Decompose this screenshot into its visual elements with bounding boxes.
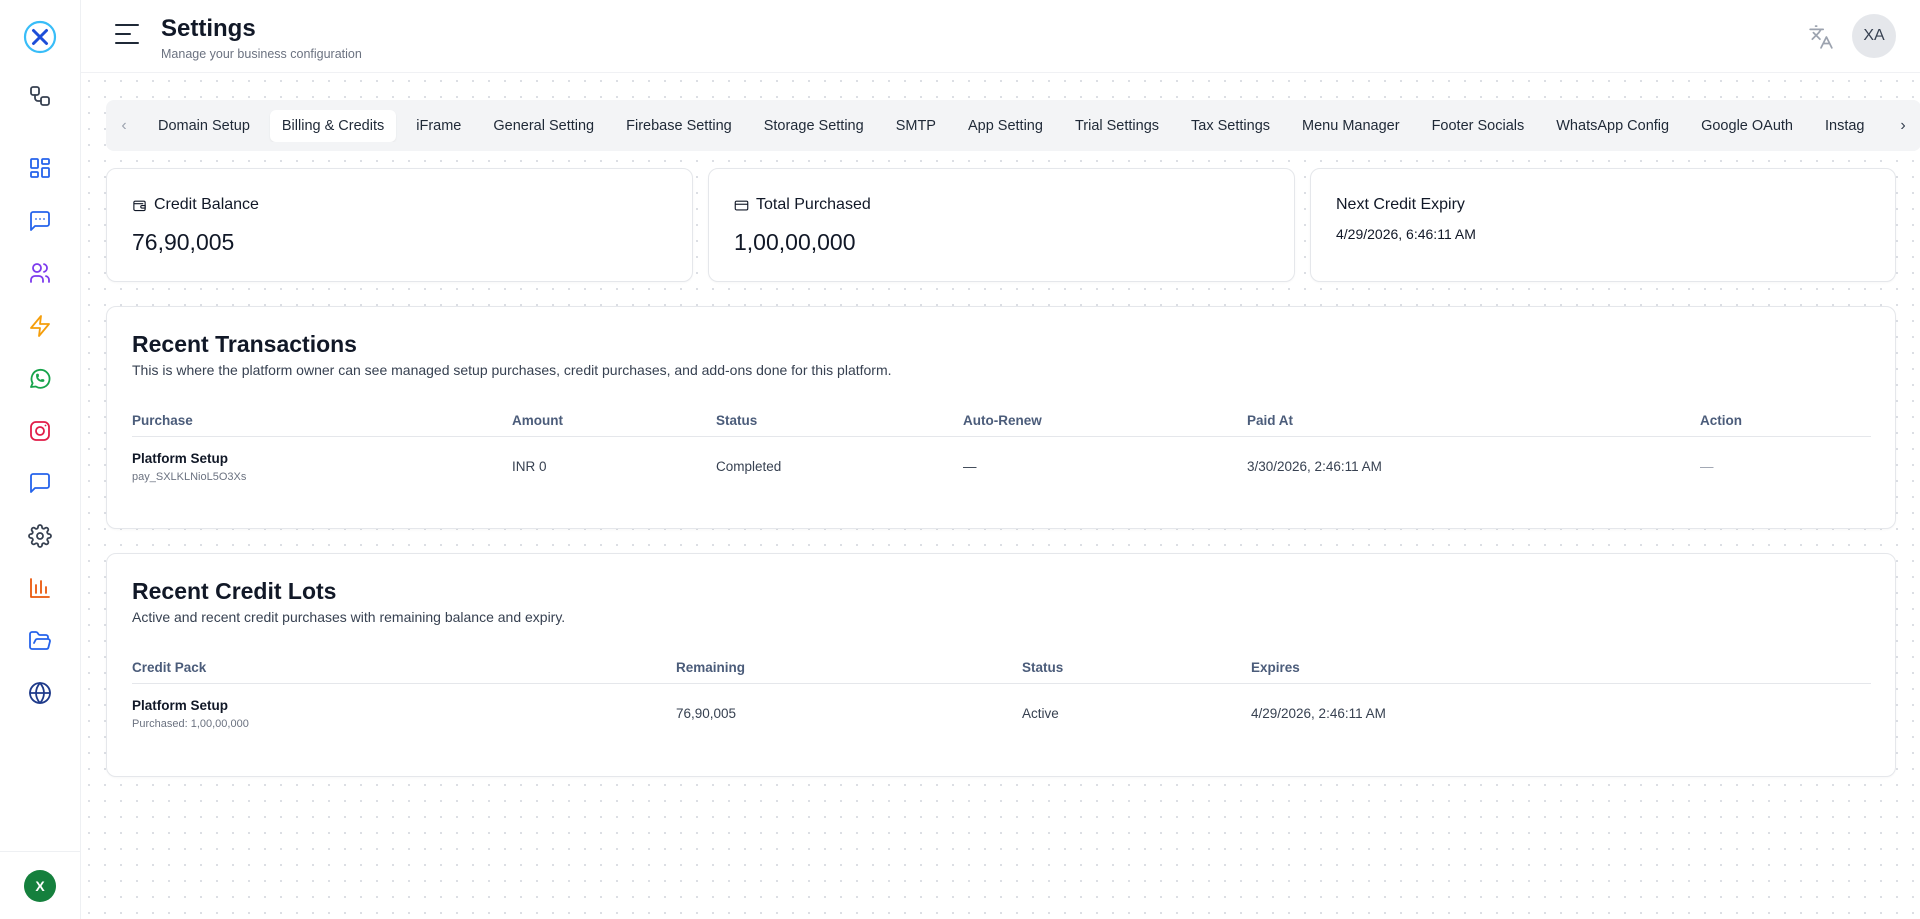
col-expires: Expires — [1251, 660, 1300, 675]
col-amount: Amount — [512, 413, 563, 428]
app-root: X Settings Manage your business configur… — [0, 0, 1920, 919]
tab-instagram[interactable]: Instag — [1813, 110, 1877, 142]
credit-card-icon — [734, 200, 749, 210]
next-expiry-value: 4/29/2026, 6:46:11 AM — [1336, 226, 1476, 242]
tab-trial-settings[interactable]: Trial Settings — [1063, 110, 1171, 142]
transactions-table-header: Purchase Amount Status Auto-Renew Paid A… — [132, 409, 1871, 437]
col-status: Status — [716, 413, 758, 428]
translate-icon[interactable] — [1808, 24, 1834, 50]
tab-app-setting[interactable]: App Setting — [956, 110, 1055, 142]
tab-domain-setup[interactable]: Domain Setup — [146, 110, 262, 142]
users-icon[interactable] — [20, 253, 60, 293]
credit-balance-label-text: Credit Balance — [154, 196, 259, 213]
top-header: Settings Manage your business configurat… — [81, 0, 1920, 73]
table-row: Platform Setup Purchased: 1,00,00,000 76… — [132, 684, 1871, 740]
credit-balance-card: Credit Balance 76,90,005 — [106, 168, 693, 282]
purchase-status: Completed — [716, 459, 782, 474]
tab-tax-settings[interactable]: Tax Settings — [1179, 110, 1282, 142]
whatsapp-icon[interactable] — [20, 358, 60, 398]
col-action: Action — [1700, 413, 1742, 428]
tab-billing-credits[interactable]: Billing & Credits — [269, 109, 397, 142]
workflow-icon[interactable] — [20, 76, 60, 116]
menu-toggle-icon[interactable] — [115, 24, 139, 46]
instagram-icon[interactable] — [20, 411, 60, 451]
sidebar-footer: X — [0, 851, 80, 919]
transactions-table: Purchase Amount Status Auto-Renew Paid A… — [132, 409, 1871, 493]
credit-lots-description: Active and recent credit purchases with … — [132, 609, 566, 625]
page-title: Settings — [161, 15, 256, 42]
tab-list: Domain Setup Billing & Credits iFrame Ge… — [142, 109, 1888, 142]
col-auto-renew: Auto-Renew — [963, 413, 1042, 428]
next-expiry-card: Next Credit Expiry 4/29/2026, 6:46:11 AM — [1310, 168, 1896, 282]
tab-firebase-setting[interactable]: Firebase Setting — [614, 110, 744, 142]
transactions-description: This is where the platform owner can see… — [132, 362, 892, 378]
purchase-action: — — [1700, 459, 1714, 474]
purchase-name: Platform Setup — [132, 451, 229, 466]
tab-storage-setting[interactable]: Storage Setting — [752, 110, 876, 142]
logo-icon[interactable] — [23, 20, 57, 54]
credit-status: Active — [1022, 706, 1059, 721]
credit-lots-table: Credit Pack Remaining Status Expires Pla… — [132, 656, 1871, 740]
total-purchased-label: Total Purchased — [734, 196, 871, 214]
wallet-icon — [133, 200, 146, 211]
col-credit-pack: Credit Pack — [132, 660, 207, 675]
credit-lots-title: Recent Credit Lots — [132, 578, 337, 604]
col-purchase: Purchase — [132, 413, 193, 428]
sidebar-nav — [20, 148, 60, 713]
transactions-title: Recent Transactions — [132, 331, 357, 357]
workspace-avatar[interactable]: X — [24, 869, 56, 902]
user-avatar[interactable]: XA — [1852, 14, 1896, 58]
credit-balance-value: 76,90,005 — [132, 229, 235, 255]
tab-whatsapp-config[interactable]: WhatsApp Config — [1544, 110, 1681, 142]
recent-transactions-card: Recent Transactions This is where the pl… — [106, 306, 1896, 529]
credit-remaining: 76,90,005 — [676, 706, 737, 721]
credit-balance-label: Credit Balance — [132, 196, 259, 214]
total-purchased-card: Total Purchased 1,00,00,000 — [708, 168, 1295, 282]
main-content: ‹ Domain Setup Billing & Credits iFrame … — [81, 73, 1920, 919]
zap-icon[interactable] — [20, 306, 60, 346]
chevron-right-icon[interactable]: › — [1885, 100, 1920, 151]
chevron-left-icon[interactable]: ‹ — [106, 100, 142, 151]
folder-icon[interactable] — [20, 621, 60, 661]
settings-tabs: ‹ Domain Setup Billing & Credits iFrame … — [106, 100, 1920, 151]
purchase-paid-at: 3/30/2026, 2:46:11 AM — [1247, 459, 1382, 474]
chat-icon[interactable] — [20, 463, 60, 503]
globe-icon[interactable] — [20, 673, 60, 713]
purchase-amount: INR 0 — [512, 459, 547, 474]
page-subtitle: Manage your business configuration — [161, 47, 362, 61]
gear-icon[interactable] — [20, 516, 60, 556]
bar-chart-icon[interactable] — [20, 568, 60, 608]
message-icon[interactable] — [20, 201, 60, 241]
tab-smtp[interactable]: SMTP — [884, 110, 948, 142]
total-purchased-label-text: Total Purchased — [756, 196, 871, 213]
sidebar: X — [0, 0, 81, 919]
col-remaining: Remaining — [676, 660, 746, 675]
purchase-auto-renew: — — [963, 459, 977, 474]
purchase-id: pay_SXLKLNioL5O3Xs — [132, 471, 247, 483]
tab-menu-manager[interactable]: Menu Manager — [1290, 110, 1412, 142]
tab-iframe[interactable]: iFrame — [404, 110, 473, 142]
credit-expires: 4/29/2026, 2:46:11 AM — [1251, 706, 1386, 721]
next-expiry-label: Next Credit Expiry — [1336, 196, 1465, 213]
col-paid-at: Paid At — [1247, 413, 1294, 428]
col-lot-status: Status — [1022, 660, 1064, 675]
table-row: Platform Setup pay_SXLKLNioL5O3Xs INR 0 … — [132, 437, 1871, 493]
tab-footer-socials[interactable]: Footer Socials — [1420, 110, 1537, 142]
dashboard-icon[interactable] — [20, 148, 60, 188]
credit-pack-name: Platform Setup — [132, 698, 229, 713]
tab-general-setting[interactable]: General Setting — [481, 110, 606, 142]
total-purchased-value: 1,00,00,000 — [734, 229, 856, 255]
tab-google-oauth[interactable]: Google OAuth — [1689, 110, 1805, 142]
recent-credit-lots-card: Recent Credit Lots Active and recent cre… — [106, 553, 1896, 777]
credit-pack-purchased: Purchased: 1,00,00,000 — [132, 718, 249, 730]
credit-lots-table-header: Credit Pack Remaining Status Expires — [132, 656, 1871, 684]
